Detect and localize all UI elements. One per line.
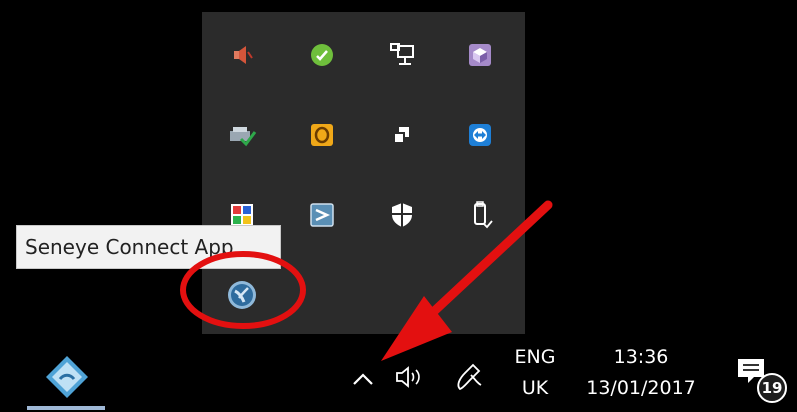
pinned-app-icon[interactable] [38,352,96,402]
app-tooltip: Seneye Connect App [16,225,281,269]
show-hidden-icons-button[interactable] [346,362,380,396]
app-cube-icon[interactable] [460,35,500,75]
clock-date: 13/01/2017 [586,377,696,399]
seneye-connect-icon[interactable] [222,275,262,315]
copy-windows-icon[interactable] [382,115,422,155]
speaker-icon [396,366,420,388]
language-code: ENG [514,346,556,368]
outlook-icon[interactable] [302,115,342,155]
network-icon[interactable] [382,35,422,75]
active-app-indicator [27,406,105,410]
clock[interactable]: 13:36 13/01/2017 [576,342,706,404]
hidden-icons-flyout [202,12,525,334]
volume-muted-icon[interactable] [222,35,262,75]
teamviewer-icon[interactable] [460,115,500,155]
language-indicator[interactable]: ENG UK [506,342,564,404]
clock-time: 13:36 [613,346,669,368]
windows-defender-icon[interactable] [382,195,422,235]
notification-count-badge: 19 [757,373,787,403]
volume-button[interactable] [392,360,428,394]
vmware-icon[interactable] [302,195,342,235]
chevron-up-icon [353,373,373,385]
printer-check-icon[interactable] [222,115,262,155]
pen-workspace-button[interactable] [448,358,488,398]
pen-icon [457,363,482,391]
skype-icon[interactable] [302,35,342,75]
language-region: UK [521,377,549,399]
usb-eject-icon[interactable] [460,195,500,235]
